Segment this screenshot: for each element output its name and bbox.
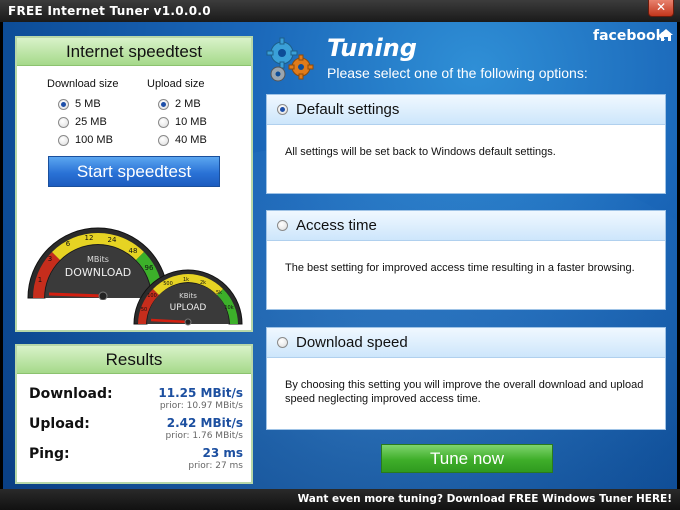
result-value: 23 ms: [202, 446, 243, 460]
radio-icon[interactable]: [277, 220, 288, 231]
gauge-tick: 48: [129, 247, 138, 255]
upload-option-10mb[interactable]: 10 MB: [147, 113, 207, 131]
start-speedtest-button[interactable]: Start speedtest: [48, 156, 220, 187]
download-option-25mb[interactable]: 25 MB: [47, 113, 119, 131]
option-label: Access time: [296, 217, 377, 234]
results-title: Results: [17, 346, 251, 374]
radio-icon[interactable]: [58, 134, 69, 146]
tuning-subtitle: Please select one of the following optio…: [327, 65, 588, 81]
radio-selected-icon[interactable]: [158, 98, 169, 110]
option-label: Default settings: [296, 101, 400, 118]
tuning-title: Tuning: [327, 34, 417, 62]
close-button[interactable]: ✕: [648, 0, 674, 17]
radio-icon[interactable]: [58, 116, 69, 128]
result-value: 2.42 MBit/s: [166, 416, 243, 430]
option-label: Download speed: [296, 334, 408, 351]
download-size-group: Download size 5 MB 25 MB 100 MB: [47, 78, 119, 149]
gauge-tick: 1k: [183, 277, 189, 283]
radio-icon[interactable]: [158, 134, 169, 146]
download-size-header: Download size: [47, 78, 119, 90]
upload-option-40mb[interactable]: 40 MB: [147, 131, 207, 149]
result-label: Ping:: [29, 446, 70, 462]
home-icon[interactable]: [658, 28, 674, 42]
speedtest-panel: Internet speedtest Download size 5 MB 25…: [15, 36, 253, 332]
option-header[interactable]: Default settings: [267, 95, 665, 125]
option-access-time[interactable]: Access time The best setting for improve…: [266, 210, 666, 310]
upload-gauge-unit: KBits: [179, 292, 197, 300]
result-row-upload: Upload: 2.42 MBit/s prior: 1.76 MBit/s: [29, 414, 243, 444]
result-row-ping: Ping: 23 ms prior: 27 ms: [29, 444, 243, 474]
gauge-tick: 10k: [224, 305, 233, 311]
option-description: The best setting for improved access tim…: [285, 262, 635, 274]
status-bar: Want even more tuning? Download FREE Win…: [0, 489, 680, 510]
gauge-tick: 24: [108, 236, 117, 244]
title-bar: FREE Internet Tuner v1.0.0.0 ✕: [0, 0, 680, 22]
main-area: Internet speedtest Download size 5 MB 25…: [3, 22, 677, 489]
window-title: FREE Internet Tuner v1.0.0.0: [8, 4, 211, 18]
gauge-tick: 5k: [216, 290, 222, 296]
upload-gauge: 50 100 500 1k 2k 5k 10k KBits UPLOAD: [133, 269, 243, 326]
result-prior: prior: 10.97 MBit/s: [159, 401, 243, 411]
download-gauge-unit: MBits: [87, 255, 109, 264]
gauge-tick: 100: [147, 293, 157, 299]
download-option-5mb[interactable]: 5 MB: [47, 95, 119, 113]
download-option-100mb[interactable]: 100 MB: [47, 131, 119, 149]
option-header[interactable]: Access time: [267, 211, 665, 241]
option-description: All settings will be set back to Windows…: [285, 146, 556, 158]
result-prior: prior: 27 ms: [188, 461, 243, 471]
upload-size-header: Upload size: [147, 78, 205, 90]
radio-icon[interactable]: [277, 337, 288, 348]
upload-option-2mb[interactable]: 2 MB: [147, 95, 207, 113]
results-panel: Results Download: 11.25 MBit/s prior: 10…: [15, 344, 253, 484]
gears-icon: [266, 37, 314, 82]
download-gauge-label: DOWNLOAD: [65, 266, 131, 279]
gauge-tick: 1: [38, 276, 42, 284]
gauge-tick: 2k: [200, 280, 206, 286]
speedtest-title: Internet speedtest: [17, 38, 251, 66]
result-label: Download:: [29, 386, 113, 402]
promo-link[interactable]: Want even more tuning? Download FREE Win…: [298, 493, 672, 505]
gauge-tick: 50: [141, 307, 147, 313]
option-description: By choosing this setting you will improv…: [285, 379, 644, 405]
gauge-tick: 12: [85, 234, 94, 242]
gauge-tick: 3: [48, 255, 52, 263]
radio-selected-icon[interactable]: [277, 104, 288, 115]
option-download-speed[interactable]: Download speed By choosing this setting …: [266, 327, 666, 430]
result-label: Upload:: [29, 416, 90, 432]
result-row-download: Download: 11.25 MBit/s prior: 10.97 MBit…: [29, 384, 243, 414]
facebook-link[interactable]: facebook: [593, 28, 665, 44]
upload-gauge-label: UPLOAD: [170, 303, 207, 313]
upload-size-group: Upload size 2 MB 10 MB 40 MB: [147, 78, 207, 149]
option-header[interactable]: Download speed: [267, 328, 665, 358]
radio-selected-icon[interactable]: [58, 98, 69, 110]
option-default-settings[interactable]: Default settings All settings will be se…: [266, 94, 666, 194]
result-prior: prior: 1.76 MBit/s: [165, 431, 243, 441]
result-value: 11.25 MBit/s: [158, 386, 243, 400]
tune-now-button[interactable]: Tune now: [381, 444, 553, 473]
gauge-tick: 6: [66, 240, 71, 248]
radio-icon[interactable]: [158, 116, 169, 128]
gauge-tick: 500: [163, 281, 173, 287]
